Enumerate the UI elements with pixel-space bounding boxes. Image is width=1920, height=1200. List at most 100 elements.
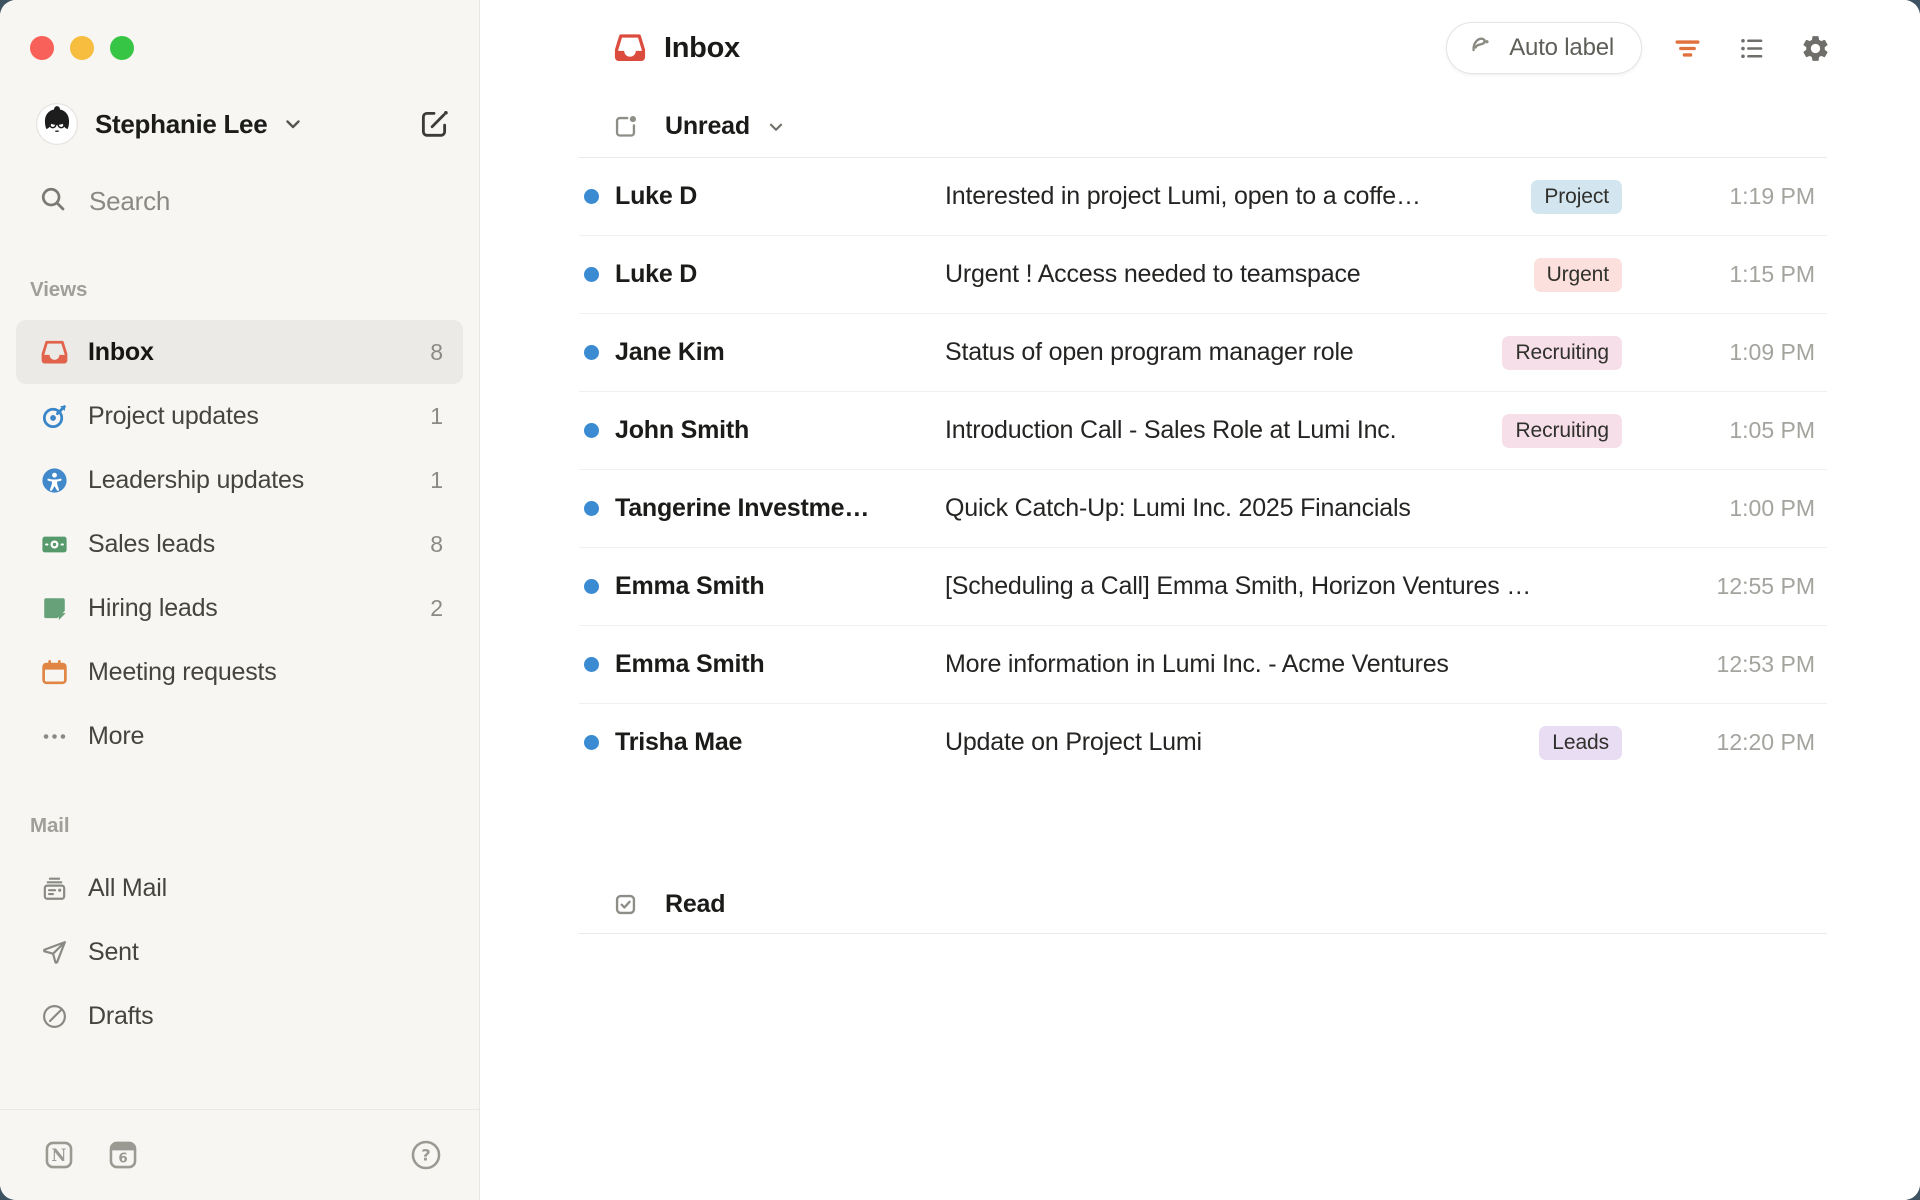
email-time: 12:55 PM xyxy=(1622,573,1827,600)
email-time: 1:05 PM xyxy=(1622,417,1827,444)
inbox-tray-icon xyxy=(40,338,69,367)
compose-icon xyxy=(417,107,453,141)
sidebar-item-label: Project updates xyxy=(88,402,259,431)
auto-label-label: Auto label xyxy=(1509,34,1614,62)
unread-count: 2 xyxy=(430,595,443,622)
sidebar: Stephanie Lee xyxy=(0,0,480,1200)
profile-row: Stephanie Lee xyxy=(36,100,453,148)
sidebar-item-label: Drafts xyxy=(88,1002,153,1031)
email-sender: Luke D xyxy=(615,260,929,289)
banknote-icon xyxy=(40,530,69,559)
sidebar-item-sales-leads[interactable]: Sales leads 8 xyxy=(16,512,463,576)
email-sender: Jane Kim xyxy=(615,338,929,367)
email-row[interactable]: Emma Smith [Scheduling a Call] Emma Smit… xyxy=(579,547,1827,625)
email-sender: Emma Smith xyxy=(615,572,929,601)
unread-count: 8 xyxy=(430,339,443,366)
sidebar-item-leadership-updates[interactable]: Leadership updates 1 xyxy=(16,448,463,512)
email-sender: John Smith xyxy=(615,416,929,445)
note-icon xyxy=(40,594,69,623)
settings-gear-icon[interactable] xyxy=(1796,29,1834,67)
sidebar-item-more[interactable]: More xyxy=(16,704,463,768)
email-subject: Introduction Call - Sales Role at Lumi I… xyxy=(945,416,1482,445)
svg-text:6: 6 xyxy=(118,1151,127,1166)
unread-dot-icon xyxy=(584,501,599,516)
unread-dot-icon xyxy=(584,345,599,360)
sidebar-item-sent[interactable]: Sent xyxy=(16,920,463,984)
email-row[interactable]: Emma Smith More information in Lumi Inc.… xyxy=(579,625,1827,703)
filter-icon[interactable] xyxy=(1668,29,1706,67)
sidebar-item-label: Hiring leads xyxy=(88,594,218,623)
auto-label-wand-icon xyxy=(1468,31,1496,66)
sidebar-item-project-updates[interactable]: Project updates 1 xyxy=(16,384,463,448)
unread-section-header[interactable]: Unread xyxy=(579,96,1827,158)
email-row[interactable]: Luke D Interested in project Lumi, open … xyxy=(579,158,1827,235)
page-title: Inbox xyxy=(664,32,740,65)
unread-icon xyxy=(612,113,639,140)
email-row[interactable]: John Smith Introduction Call - Sales Rol… xyxy=(579,391,1827,469)
sidebar-section-title: Mail xyxy=(16,814,463,840)
account-switcher[interactable]: Stephanie Lee xyxy=(95,109,305,140)
sidebar-item-all-mail[interactable]: All Mail xyxy=(16,856,463,920)
pencil-circle-icon xyxy=(40,1002,69,1031)
mail-stack-icon xyxy=(40,874,69,903)
email-sender: Luke D xyxy=(615,182,929,211)
calendar-icon xyxy=(40,658,69,687)
email-subject: More information in Lumi Inc. - Acme Ven… xyxy=(945,650,1602,679)
unread-count: 1 xyxy=(430,403,443,430)
close-window-button[interactable] xyxy=(30,36,54,60)
unread-dot-icon xyxy=(584,423,599,438)
email-time: 1:00 PM xyxy=(1622,495,1827,522)
sidebar-item-label: Sent xyxy=(88,938,139,967)
email-subject: [Scheduling a Call] Emma Smith, Horizon … xyxy=(945,572,1602,601)
email-sender: Trisha Mae xyxy=(615,728,929,757)
unread-email-list: Luke D Interested in project Lumi, open … xyxy=(579,158,1827,781)
sidebar-item-drafts[interactable]: Drafts xyxy=(16,984,463,1048)
email-subject: Quick Catch-Up: Lumi Inc. 2025 Financial… xyxy=(945,494,1602,523)
person-circle-icon xyxy=(40,466,69,495)
email-subject: Interested in project Lumi, open to a co… xyxy=(945,182,1511,211)
read-check-icon xyxy=(612,891,639,918)
sidebar-section-mail: Mail All Mail Sent Drafts xyxy=(16,814,463,1048)
search-button[interactable]: Search xyxy=(38,178,453,224)
email-time: 12:20 PM xyxy=(1622,729,1827,756)
app-window: Stephanie Lee xyxy=(0,0,1920,1200)
svg-text:N: N xyxy=(52,1146,67,1165)
email-sender: Emma Smith xyxy=(615,650,929,679)
sidebar-item-label: Leadership updates xyxy=(88,466,304,495)
email-label-badge: Recruiting xyxy=(1502,414,1622,448)
paper-plane-icon xyxy=(40,938,69,967)
sidebar-item-hiring-leads[interactable]: Hiring leads 2 xyxy=(16,576,463,640)
zoom-window-button[interactable] xyxy=(110,36,134,60)
read-section-header[interactable]: Read xyxy=(579,876,1827,934)
main-header: Inbox Auto label xyxy=(480,0,1920,96)
email-label-badge: Urgent xyxy=(1534,258,1622,292)
sidebar-item-meeting-requests[interactable]: Meeting requests xyxy=(16,640,463,704)
main-panel: Inbox Auto label xyxy=(480,0,1920,1200)
target-icon xyxy=(40,402,69,431)
unread-dot-icon xyxy=(584,735,599,750)
notion-logo-icon[interactable]: N xyxy=(42,1138,76,1172)
list-view-icon[interactable] xyxy=(1732,29,1770,67)
minimize-window-button[interactable] xyxy=(70,36,94,60)
compose-button[interactable] xyxy=(417,106,453,142)
email-time: 1:15 PM xyxy=(1622,261,1827,288)
email-subject: Update on Project Lumi xyxy=(945,728,1519,757)
email-time: 12:53 PM xyxy=(1622,651,1827,678)
email-row[interactable]: Tangerine Investme… Quick Catch-Up: Lumi… xyxy=(579,469,1827,547)
search-label: Search xyxy=(89,186,170,217)
sidebar-item-label: All Mail xyxy=(88,874,167,903)
email-sender: Tangerine Investme… xyxy=(615,494,929,523)
email-row[interactable]: Trisha Mae Update on Project Lumi Leads … xyxy=(579,703,1827,781)
help-icon[interactable]: ? xyxy=(409,1138,443,1172)
auto-label-button[interactable]: Auto label xyxy=(1446,22,1642,74)
email-row[interactable]: Luke D Urgent ! Access needed to teamspa… xyxy=(579,235,1827,313)
email-list-area: Unread Luke D Interested in project Lumi… xyxy=(579,96,1827,934)
avatar[interactable] xyxy=(36,103,78,145)
inbox-icon xyxy=(613,31,647,65)
calendar-day-6-icon[interactable]: 6 xyxy=(106,1138,140,1172)
email-label-badge: Leads xyxy=(1539,726,1622,760)
sidebar-footer: N 6 ? xyxy=(0,1109,479,1200)
sidebar-item-inbox[interactable]: Inbox 8 xyxy=(16,320,463,384)
unread-dot-icon xyxy=(584,267,599,282)
email-row[interactable]: Jane Kim Status of open program manager … xyxy=(579,313,1827,391)
